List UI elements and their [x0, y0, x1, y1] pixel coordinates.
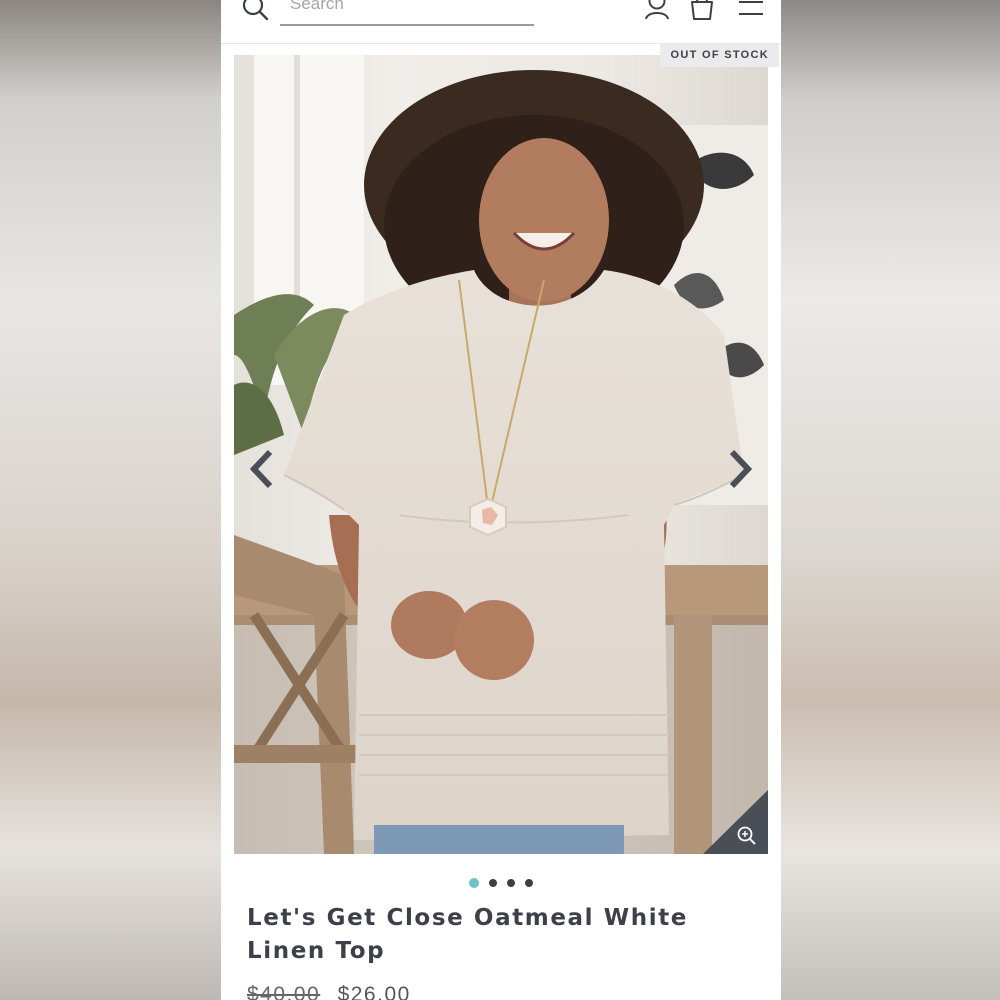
- mobile-page: OUT OF STOCK: [221, 0, 781, 1000]
- hamburger-menu-icon[interactable]: [736, 0, 766, 24]
- image-pagination-dots: [221, 874, 781, 888]
- zoom-button[interactable]: [703, 790, 768, 854]
- search-field[interactable]: [280, 0, 534, 26]
- sale-price: $26.00: [337, 983, 411, 1000]
- backdrop-right: [781, 0, 1000, 1000]
- product-title: Let's Get Close Oatmeal White Linen Top: [247, 905, 688, 964]
- shopping-bag-icon[interactable]: [687, 0, 717, 22]
- pagination-dot-1[interactable]: [469, 877, 479, 888]
- next-image-arrow-icon[interactable]: [724, 446, 758, 492]
- original-price: $40.00: [247, 983, 321, 1000]
- site-header: [221, 0, 781, 44]
- search-icon[interactable]: [241, 0, 271, 24]
- price-row: $40.00 $26.00: [247, 983, 411, 1000]
- stock-badge: OUT OF STOCK: [660, 44, 779, 67]
- account-icon[interactable]: [642, 0, 672, 22]
- pagination-dot-2[interactable]: [489, 878, 497, 887]
- search-input[interactable]: [280, 0, 534, 18]
- pagination-dot-4[interactable]: [525, 878, 533, 887]
- pagination-dot-3[interactable]: [507, 878, 515, 887]
- product-image[interactable]: [234, 55, 768, 854]
- previous-image-arrow-icon[interactable]: [244, 446, 278, 492]
- product-photo-illustration: [234, 55, 768, 854]
- backdrop-left: [0, 0, 221, 1000]
